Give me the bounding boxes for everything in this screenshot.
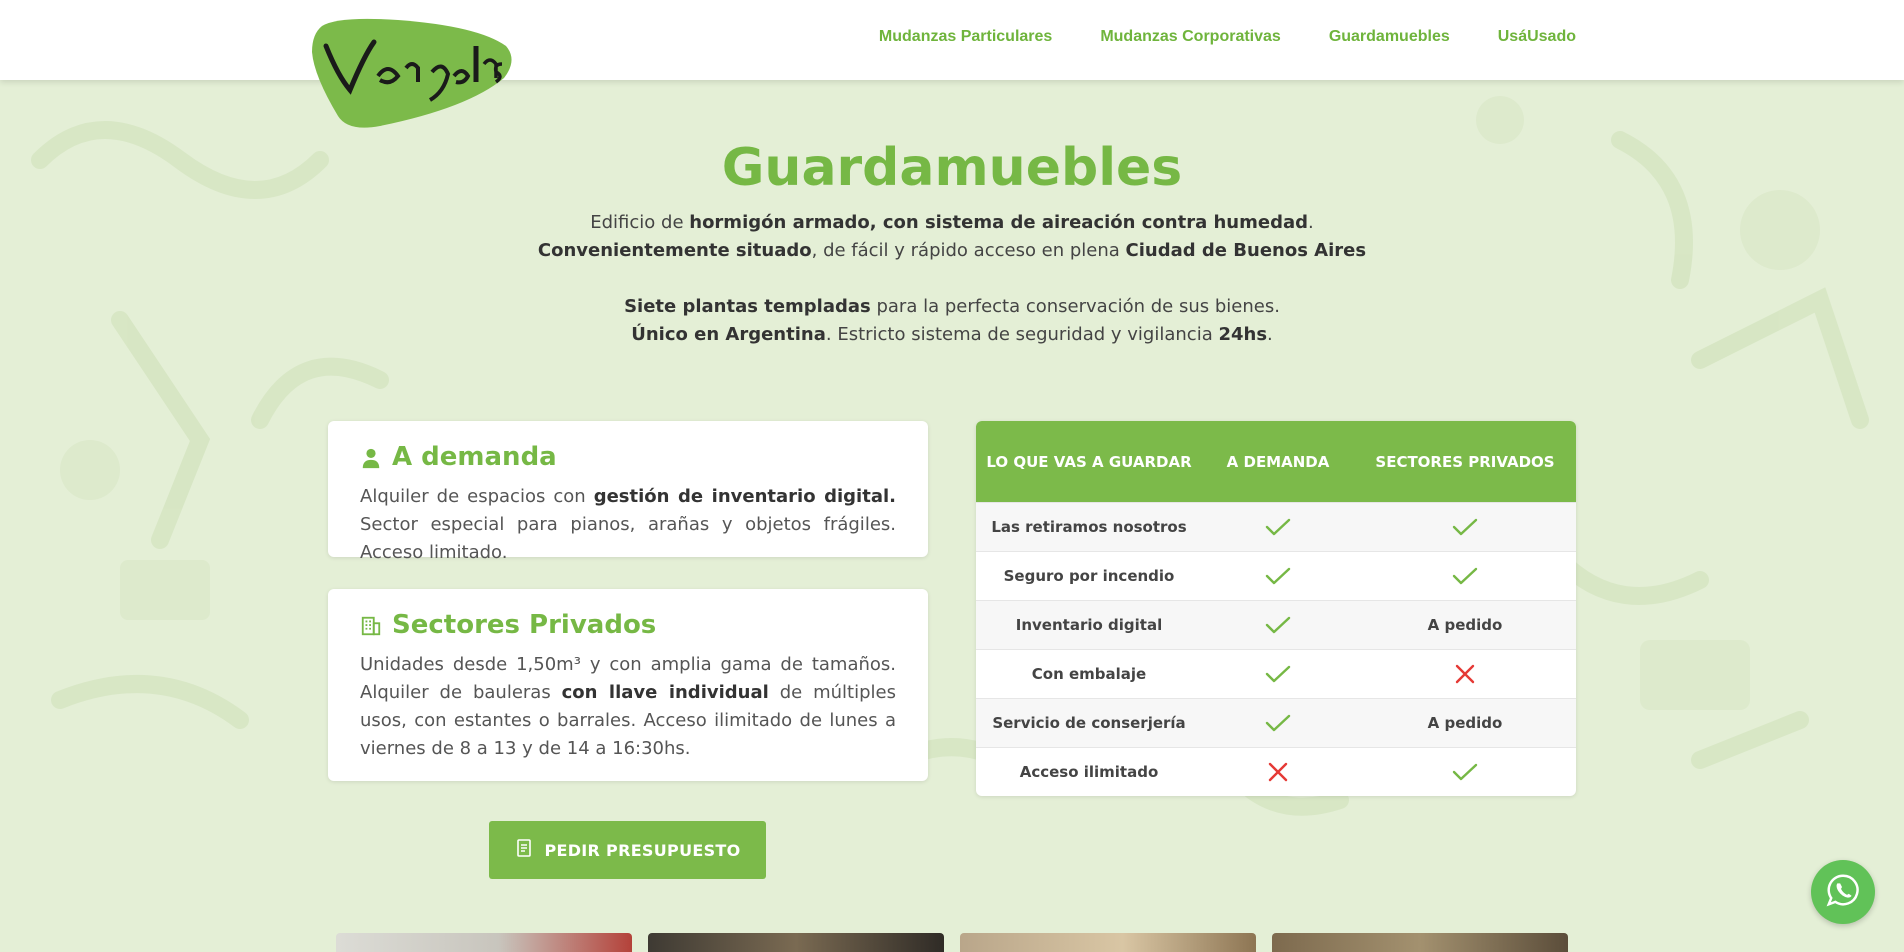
cross-icon bbox=[1202, 748, 1354, 796]
nav-guardamuebles[interactable]: Guardamuebles bbox=[1329, 28, 1450, 46]
card-sectores-privados: Sectores Privados Unidades desde 1,50m³ … bbox=[328, 589, 928, 781]
check-icon bbox=[1202, 503, 1354, 551]
nav-mudanzas-particulares[interactable]: Mudanzas Particulares bbox=[879, 28, 1052, 46]
table-header: Lo que vas a guardar A demanda Sectores … bbox=[976, 421, 1576, 502]
card-a-demanda: A demanda Alquiler de espacios con gesti… bbox=[328, 421, 928, 563]
site-header: Mudanzas Particulares Mudanzas Corporati… bbox=[0, 0, 1904, 80]
page-title: Guardamuebles bbox=[721, 138, 1183, 198]
gallery-image[interactable] bbox=[960, 933, 1256, 952]
table-row: Servicio de conserjería A pedido bbox=[976, 698, 1576, 747]
nav-mudanzas-corporativas[interactable]: Mudanzas Corporativas bbox=[1100, 28, 1280, 46]
table-row: Las retiramos nosotros bbox=[976, 502, 1576, 551]
building-icon bbox=[360, 614, 382, 636]
gallery-image[interactable] bbox=[1272, 933, 1568, 952]
check-icon bbox=[1202, 552, 1354, 600]
brand-logo[interactable] bbox=[308, 16, 516, 130]
col-header-item: Lo que vas a guardar bbox=[986, 452, 1192, 471]
row-feature: Servicio de conserjería bbox=[992, 714, 1186, 732]
cell-value: A pedido bbox=[1427, 616, 1503, 634]
main-nav: Mudanzas Particulares Mudanzas Corporati… bbox=[879, 28, 1576, 46]
document-icon bbox=[514, 838, 534, 862]
gallery-strip bbox=[336, 933, 1568, 952]
gallery-image[interactable] bbox=[648, 933, 944, 952]
table-body: Las retiramos nosotros Seguro por incendi… bbox=[976, 502, 1576, 796]
card-title-a-demanda: A demanda bbox=[392, 442, 557, 472]
col-header-demand: A demanda bbox=[1226, 452, 1330, 471]
card-title-sectores-privados: Sectores Privados bbox=[392, 610, 657, 640]
check-icon bbox=[1354, 552, 1576, 600]
table-row: Acceso ilimitado bbox=[976, 747, 1576, 796]
table-row: Seguro por incendio bbox=[976, 551, 1576, 600]
row-feature: Inventario digital bbox=[1015, 616, 1163, 634]
check-icon bbox=[1202, 601, 1354, 649]
check-icon bbox=[1202, 650, 1354, 698]
pedir-presupuesto-button[interactable]: PEDIR PRESUPUESTO bbox=[489, 821, 766, 879]
whatsapp-button[interactable] bbox=[1811, 860, 1875, 924]
gallery-image[interactable] bbox=[336, 933, 632, 952]
intro-paragraph-1: Edificio de hormigón armado, con sistema… bbox=[537, 212, 1367, 261]
row-feature: Las retiramos nosotros bbox=[991, 518, 1187, 536]
row-feature: Seguro por incendio bbox=[1003, 567, 1175, 585]
whatsapp-icon bbox=[1824, 871, 1862, 913]
col-header-private: Sectores privados bbox=[1375, 452, 1555, 471]
cell-value: A pedido bbox=[1427, 714, 1503, 732]
cross-icon bbox=[1354, 650, 1576, 698]
row-feature: Acceso ilimitado bbox=[1019, 763, 1159, 781]
check-icon bbox=[1202, 699, 1354, 747]
card-text-sectores-privados: Unidades desde 1,50m³ y con amplia gama … bbox=[360, 654, 896, 759]
card-text-a-demanda: Alquiler de espacios con gestión de inve… bbox=[360, 486, 896, 563]
intro-paragraph-2: Siete plantas templadas para la perfecta… bbox=[624, 296, 1280, 345]
check-icon bbox=[1354, 748, 1576, 796]
table-row: Inventario digital A pedido bbox=[976, 600, 1576, 649]
row-feature: Con embalaje bbox=[1031, 665, 1147, 683]
check-icon bbox=[1354, 503, 1576, 551]
user-icon bbox=[360, 446, 382, 469]
comparison-table: Lo que vas a guardar A demanda Sectores … bbox=[976, 421, 1576, 796]
table-row: Con embalaje bbox=[976, 649, 1576, 698]
nav-usausado[interactable]: UsáUsado bbox=[1498, 28, 1576, 46]
pedir-presupuesto-label: PEDIR PRESUPUESTO bbox=[544, 840, 741, 860]
